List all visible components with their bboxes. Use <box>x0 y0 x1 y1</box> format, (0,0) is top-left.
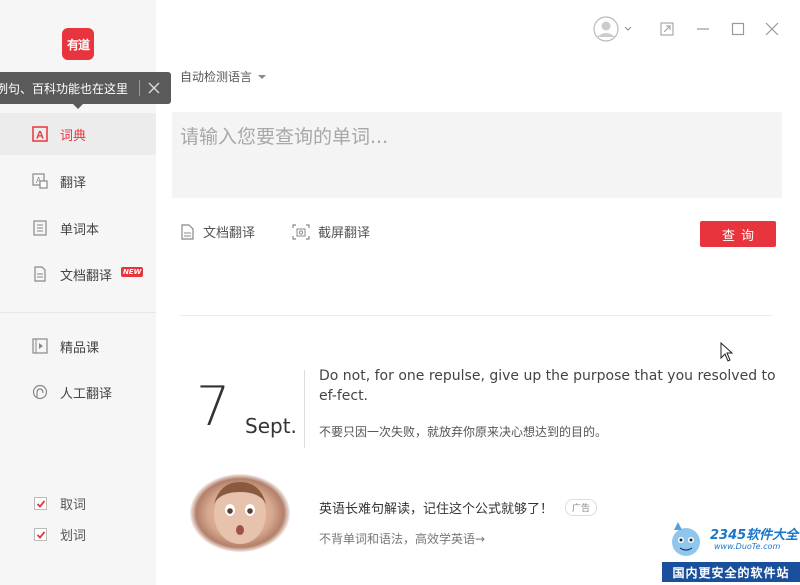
document-icon <box>181 223 194 240</box>
ad-title-text: 英语长难句解读，记住这个公式就够了！ <box>319 502 554 517</box>
sidebar-item-label: 词典 <box>60 128 87 144</box>
maximize-button[interactable] <box>727 14 749 44</box>
tooltip-divider <box>139 80 140 96</box>
checkbox-label: 取词 <box>60 498 87 513</box>
watermark-url: www.DuoTe.com <box>714 542 781 551</box>
sidebar-item-human-translate[interactable]: 人工翻译 <box>0 371 156 413</box>
youdao-logo[interactable]: 有道 <box>62 28 94 60</box>
user-avatar-icon <box>593 16 632 42</box>
watermark-slogan: 国内更安全的软件站 <box>662 562 800 582</box>
screenshot-translate-label: 截屏翻译 <box>318 226 371 241</box>
sidebar-item-document-translate[interactable]: 文档翻译 NEW <box>0 253 156 295</box>
sidebar-item-label: 单词本 <box>60 222 100 238</box>
checkbox-checked-icon[interactable] <box>34 497 47 510</box>
daily-sentence-chinese: 不要只因一次失败，就放弃你原来决心想达到的目的。 <box>319 425 608 439</box>
mascot-icon <box>672 522 700 556</box>
translate-icon: A <box>32 173 48 189</box>
chevron-down-icon <box>258 74 267 79</box>
language-select-label: 自动检测语言 <box>180 70 253 84</box>
checkbox-checked-icon[interactable] <box>34 528 47 541</box>
sidebar-item-label: 文档翻译 <box>60 268 113 284</box>
watermark-logo: 2345软件大全 <box>710 528 799 543</box>
search-button[interactable]: 查询 <box>700 221 776 247</box>
sidebar-item-label: 精品课 <box>60 340 100 356</box>
sidebar-divider <box>0 312 156 313</box>
app-window: 有道 A 词典 A 翻译 单词本 文档翻译 NEW 精品课 人工翻译 取词 划词… <box>0 0 800 585</box>
screenshot-translate-button[interactable]: 截屏翻译 <box>292 222 370 241</box>
svg-text:A: A <box>36 130 44 142</box>
word-capture-checkbox[interactable]: 取词 <box>34 494 86 513</box>
dictionary-icon: A <box>32 126 48 142</box>
daily-divider <box>304 370 305 448</box>
minimize-icon <box>697 28 709 30</box>
feature-tooltip: 例句、百科功能也在这里 <box>0 72 171 109</box>
sidebar-item-translate[interactable]: A 翻译 <box>0 160 156 202</box>
language-select[interactable]: 自动检测语言 <box>180 68 267 85</box>
ad-title[interactable]: 英语长难句解读，记住这个公式就够了！ 广告 <box>319 498 598 517</box>
tooltip-text: 例句、百科功能也在这里 <box>0 81 128 96</box>
tooltip-close-icon[interactable] <box>146 80 162 96</box>
doc-translate-label: 文档翻译 <box>203 226 256 241</box>
document-translate-icon <box>32 266 48 282</box>
minimize-button[interactable] <box>692 14 714 44</box>
course-icon <box>32 338 48 354</box>
mini-mode-icon <box>660 22 674 36</box>
sidebar-item-course[interactable]: 精品课 <box>0 325 156 367</box>
screenshot-icon <box>292 223 310 240</box>
query-input[interactable] <box>172 112 782 198</box>
doc-translate-button[interactable]: 文档翻译 <box>180 222 255 241</box>
watermark: 2345软件大全 www.DuoTe.com 国内更安全的软件站 <box>662 518 800 585</box>
mini-mode-button[interactable] <box>656 14 678 44</box>
human-translate-icon <box>32 384 48 400</box>
sidebar-item-label: 翻译 <box>60 175 87 191</box>
daily-date-day: 7 <box>196 375 231 438</box>
ad-image[interactable] <box>190 474 290 552</box>
ad-subtitle[interactable]: 不背单词和语法，高效学英语→ <box>319 530 485 547</box>
maximize-icon <box>731 22 745 36</box>
checkbox-label: 划词 <box>60 529 87 544</box>
daily-date-month: Sept. <box>245 414 297 438</box>
word-select-checkbox[interactable]: 划词 <box>34 525 86 544</box>
wordbook-icon <box>32 220 48 236</box>
mouse-cursor-icon <box>720 341 734 366</box>
tooltip-arrow <box>72 103 84 109</box>
close-icon <box>765 22 779 36</box>
close-button[interactable] <box>761 14 783 44</box>
ad-badge: 广告 <box>565 499 598 516</box>
content-divider <box>180 315 772 316</box>
sidebar-item-wordbook[interactable]: 单词本 <box>0 207 156 249</box>
sidebar-item-dictionary[interactable]: A 词典 <box>0 113 156 155</box>
daily-sentence-english[interactable]: Do not, for one repulse, give up the pur… <box>319 366 779 406</box>
sidebar-item-label: 人工翻译 <box>60 386 113 402</box>
user-avatar-menu[interactable] <box>590 14 636 44</box>
new-badge: NEW <box>121 267 144 277</box>
